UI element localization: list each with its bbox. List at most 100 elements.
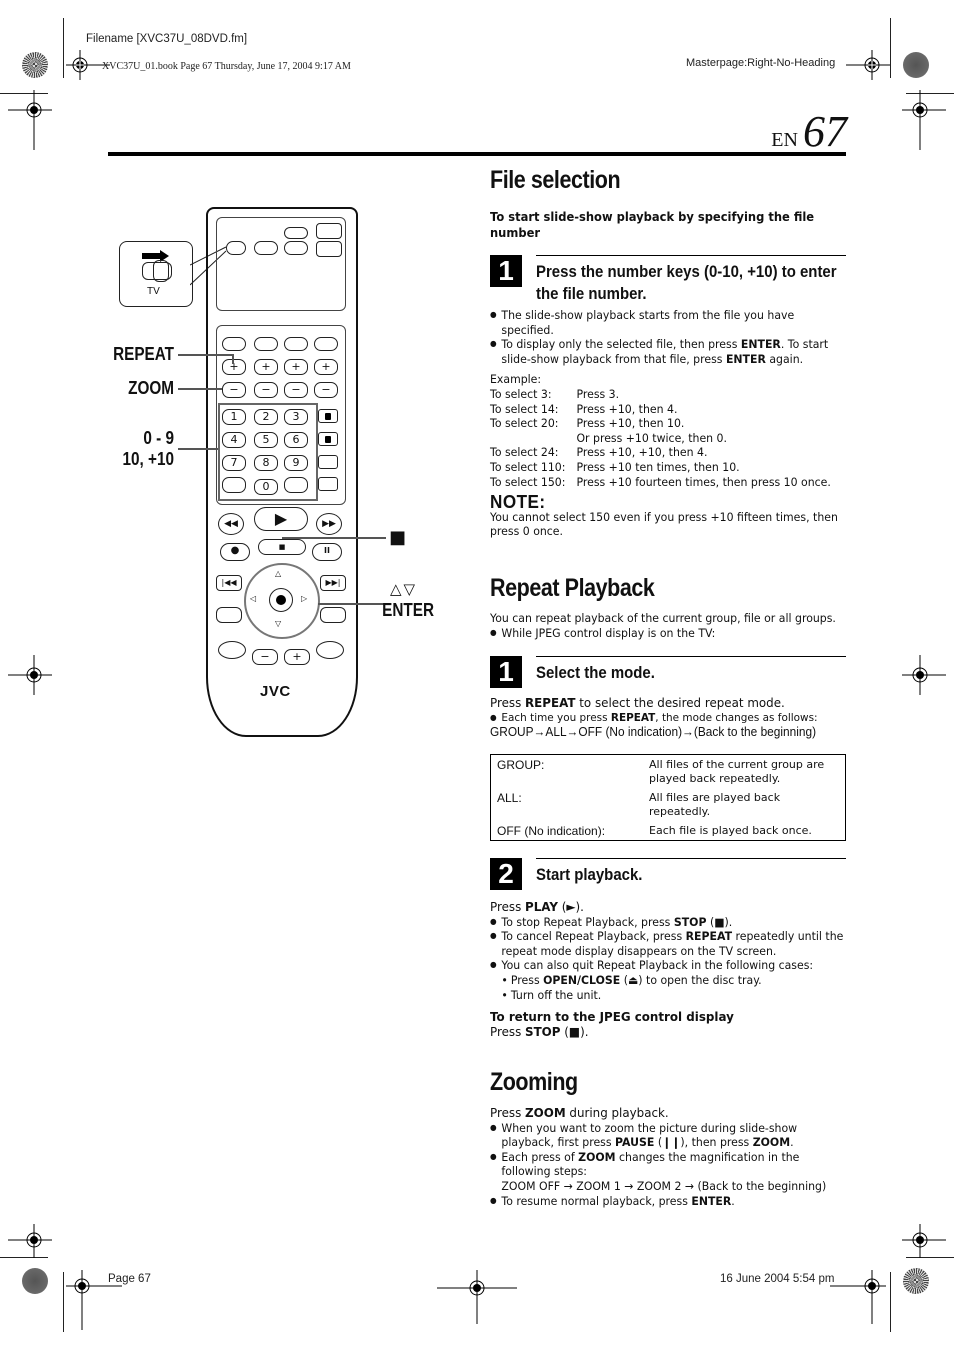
step-rule [536, 255, 846, 256]
crop-line [63, 18, 64, 78]
remote-minus-button: − [284, 382, 308, 398]
bullet-item: The slide-show playback starts from the … [490, 308, 843, 337]
remote-button [254, 337, 278, 351]
table-row: GROUP: All files of the current group are… [491, 755, 846, 789]
registration-mark-icon [437, 1270, 517, 1324]
bullet-item: Each time you press REPEAT, the mode cha… [490, 711, 843, 726]
remote-next-button: ▶▶| [320, 575, 346, 591]
step-title: Start playback. [536, 865, 643, 884]
remote-side-button [318, 409, 338, 423]
example-value: Press +10 fourteen times, then press 10 … [576, 474, 831, 489]
remote-plus-button: + [284, 649, 310, 665]
step-title: Select the mode. [536, 663, 655, 682]
example-key: To select 20: [490, 416, 559, 431]
callout-stop: ■ [389, 527, 407, 548]
page-number-value: 67 [803, 107, 847, 156]
section-intro: You can repeat playback of the current g… [490, 611, 843, 640]
example-key: To select 14: [490, 401, 559, 416]
remote-button [320, 607, 346, 623]
remote-plus-button: + [254, 359, 278, 375]
step-1-enter-number: 1 Press the number keys (0-10, +10) to e… [490, 255, 846, 305]
print-masterpage: Masterpage:Right-No-Heading [686, 57, 836, 69]
number-key-0: 0 [254, 479, 278, 495]
number-key-8: 8 [254, 455, 278, 471]
example-row: To select 150: Press +10 fourteen times, … [490, 475, 843, 490]
registration-mark-icon [902, 1224, 946, 1258]
step-1-select-mode: 1 Select the mode. [490, 656, 846, 690]
registration-rosette [903, 52, 929, 78]
remote-pause-button: II [312, 543, 342, 561]
bullet-item: To cancel Repeat Playback, press REPEAT … [490, 929, 843, 958]
leader-line [178, 354, 234, 356]
mode-sequence: GROUP→ALL→OFF (No indication)→(Back to t… [490, 725, 817, 740]
remote-button [316, 641, 344, 659]
remote-record-button: ● [220, 543, 250, 561]
remote-button [218, 641, 246, 659]
remote-prev-button: |◀◀ [216, 575, 242, 591]
number-key-5: 5 [254, 432, 278, 448]
crop-line [63, 1272, 64, 1332]
example-value: Press +10, then 10. [576, 416, 685, 431]
repeat-mode-table: GROUP: All files of the current group are… [490, 754, 846, 841]
bullet-item: Each press of ZOOM changes the magnifica… [490, 1150, 843, 1194]
down-arrow-icon: ▽ [275, 619, 282, 628]
language-code: EN [771, 129, 798, 151]
callout-numbers-line2: 10, +10 [122, 449, 174, 469]
example-row: To select 24: Press +10, +10, then 4. [490, 445, 843, 460]
number-key-3: 3 [284, 409, 308, 425]
up-arrow-icon: △ [275, 569, 282, 578]
switch-knob [153, 260, 169, 282]
step-rule [536, 656, 846, 657]
number-key-10 [222, 477, 246, 493]
repeat-playback-section: Repeat Playback You can repeat playback … [490, 574, 846, 640]
step-rule [536, 858, 846, 859]
example-key: To select 3: [490, 386, 552, 401]
remote-enter-button [269, 588, 293, 612]
arrow-right-icon [142, 253, 162, 259]
section-lead: To start slide-show playback by specifyi… [490, 209, 815, 240]
example-list: To select 3: Press 3. To select 14: Press +… [490, 387, 843, 489]
remote-button [222, 337, 246, 351]
leader-line [178, 388, 222, 390]
example-key: To select 24: [490, 445, 559, 460]
mode-name: ALL: [497, 791, 522, 805]
mode-description: All files of the current group are playe… [649, 758, 825, 785]
print-footer-page: Page 67 [108, 1273, 151, 1285]
press-repeat-text: Press REPEAT to select the desired repea… [490, 695, 785, 710]
remote-ff-button: ▶▶ [316, 513, 342, 535]
note-text: You cannot select 150 even if you press … [490, 509, 838, 539]
callout-repeat: REPEAT [113, 344, 174, 364]
example-key: To select 110: [490, 459, 566, 474]
remote-repeat-button: + [222, 359, 246, 375]
callout-zoom: ZOOM [128, 378, 174, 398]
number-key-plus10 [284, 477, 308, 493]
sub-bullet-item: Press OPEN/CLOSE (⏏) to open the disc tr… [490, 973, 843, 988]
bullet-item: You can also quit Repeat Playback in the… [490, 958, 843, 973]
number-key-2: 2 [254, 409, 278, 425]
table-row: OFF (No indication): Each file is played … [491, 821, 846, 841]
callout-enter: ENTER [382, 600, 434, 620]
remote-side-button [318, 477, 338, 491]
bullet-item: To resume normal playback, press ENTER. [490, 1194, 843, 1209]
registration-mark-icon [846, 50, 890, 80]
number-key-4: 4 [222, 432, 246, 448]
remote-rewind-button: ◀◀ [218, 513, 244, 535]
remote-play-button: ▶ [254, 507, 308, 531]
start-playback-body: Press PLAY (►). To stop Repeat Playback,… [490, 899, 843, 1039]
remote-plus-button: + [284, 359, 308, 375]
select-mode-body: Press REPEAT to select the desired repea… [490, 695, 843, 740]
step-number-badge: 1 [490, 255, 522, 287]
crop-line [890, 1272, 891, 1332]
registration-mark-icon [8, 90, 52, 150]
example-row: To select 3: Press 3. [490, 387, 843, 402]
callout-up-down: △▽ [390, 580, 418, 598]
example-label: Example: [490, 372, 542, 387]
right-arrow-icon: ▷ [301, 594, 308, 603]
left-arrow-icon: ◁ [250, 594, 257, 603]
press-zoom-text: Press ZOOM during playback. [490, 1105, 669, 1120]
section-title: File selection [490, 166, 621, 194]
registration-rosette [903, 1268, 929, 1294]
number-key-9: 9 [284, 455, 308, 471]
remote-body: + + + + − − − − 1 2 3 4 5 6 7 8 9 0 ◀◀ ▶… [206, 207, 358, 737]
remote-side-button [318, 455, 338, 469]
